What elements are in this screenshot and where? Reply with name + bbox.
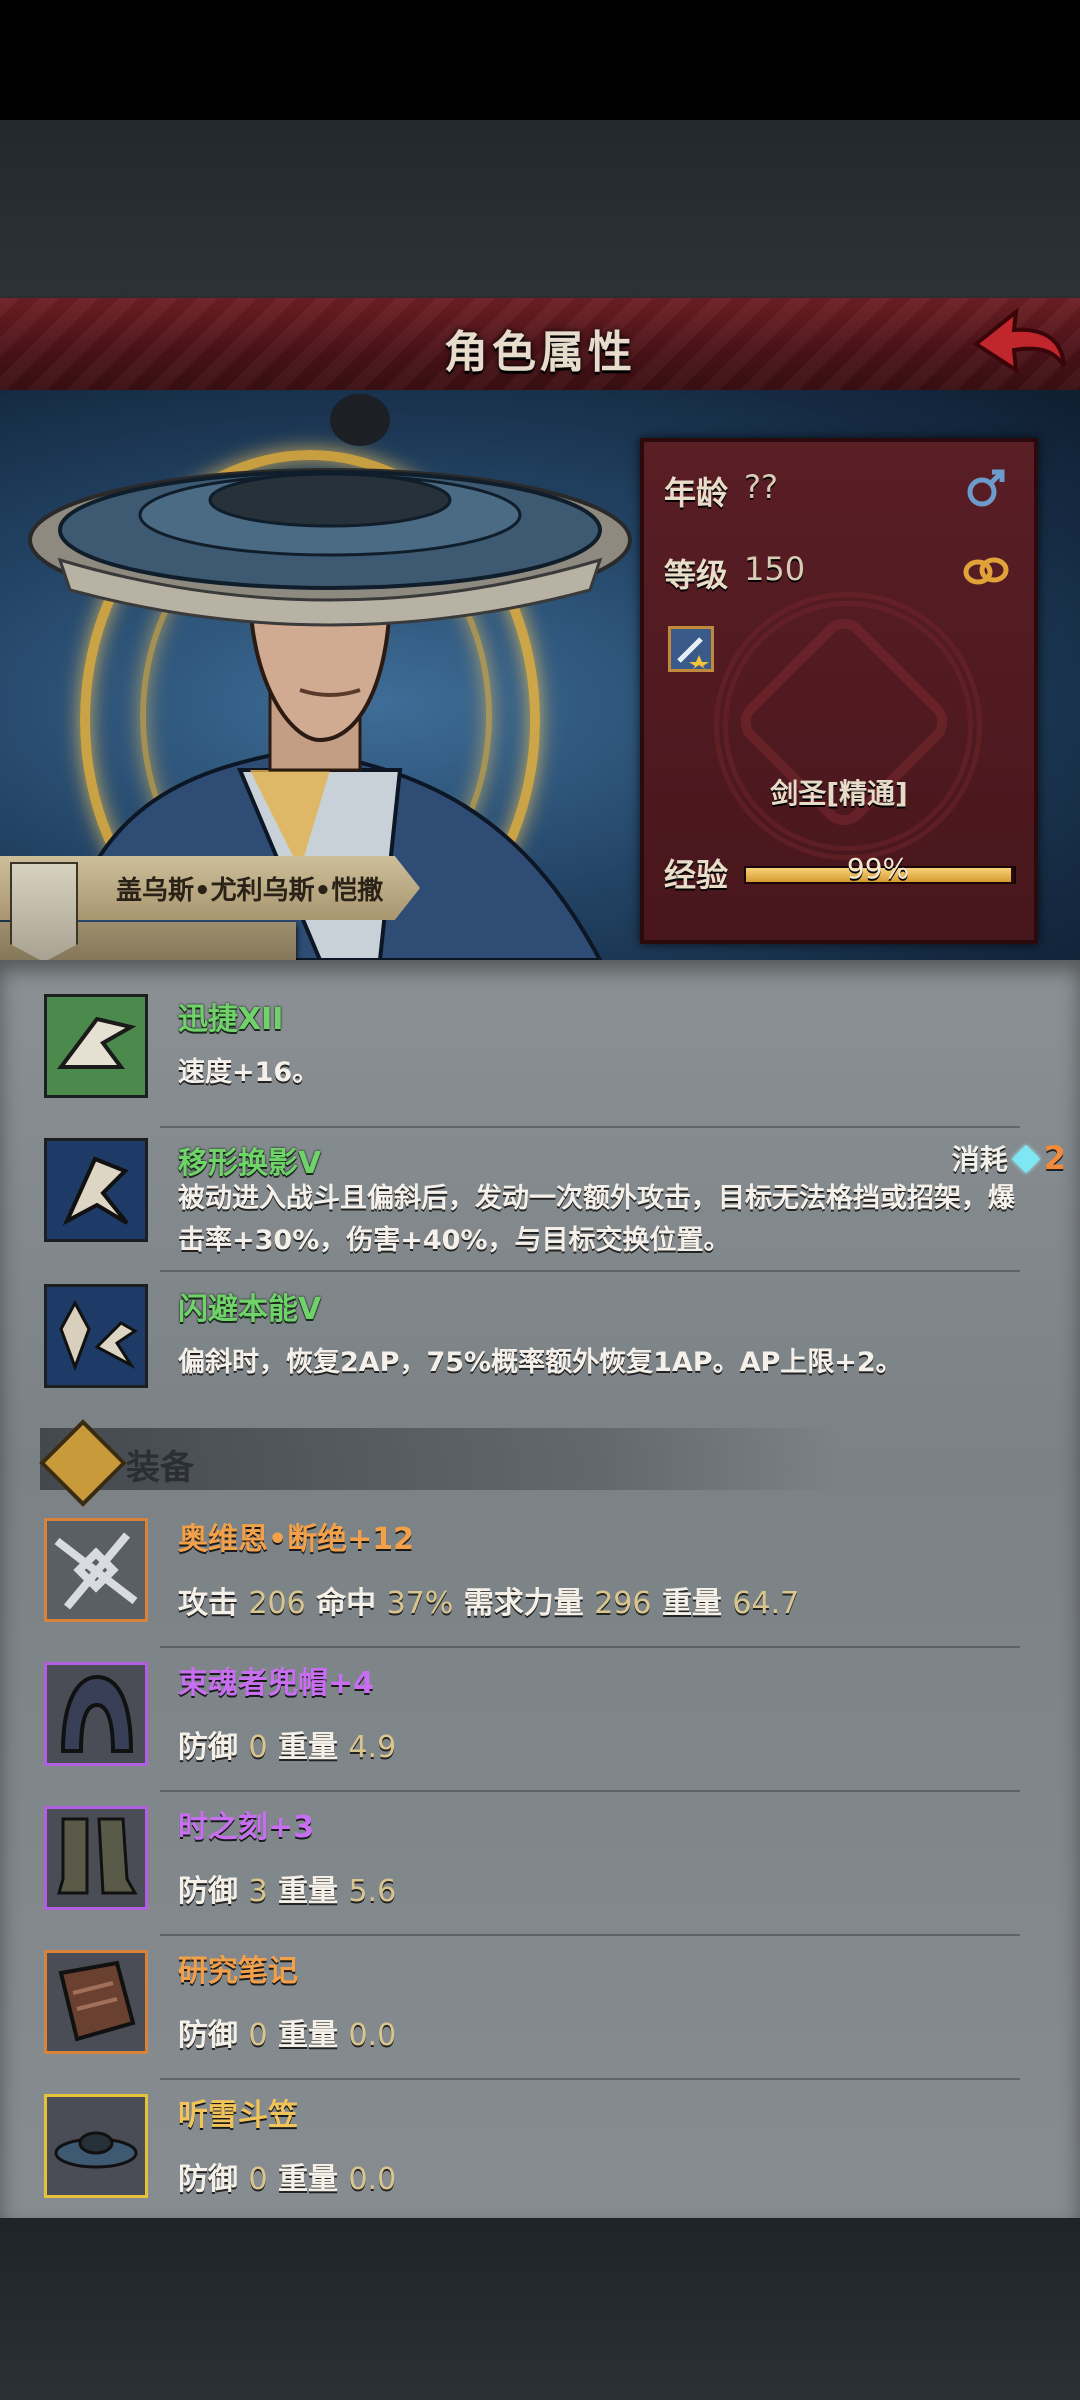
exp-percent: 99% <box>846 852 910 885</box>
item-name: 听雪斗笠 <box>178 2098 298 2133</box>
skill-name: 迅捷XII <box>178 1002 284 1037</box>
item-stats: 防御 0 重量 0.0 <box>178 2010 396 2054</box>
stat-value: 64.7 <box>732 1586 800 1621</box>
stat-value: 37% <box>386 1586 454 1621</box>
stat-value: 0 <box>248 1730 268 1765</box>
item-stats: 防御 0 重量 0.0 <box>178 2154 396 2198</box>
item-icon-hat[interactable] <box>44 2094 148 2198</box>
item-name: 束魂者兜帽+4 <box>178 1666 375 1701</box>
item-icon-book[interactable] <box>44 1950 148 2054</box>
page-title: 角色属性 <box>444 327 636 378</box>
cost-label: 消耗 <box>951 1143 1008 1176</box>
age-label: 年龄 <box>664 474 729 512</box>
exp-label: 经验 <box>664 856 729 894</box>
stat-label: 防御 <box>178 2018 238 2053</box>
skill-name: 移形换影V <box>178 1146 322 1181</box>
stat-value: 3 <box>248 1874 268 1909</box>
class-name: 剑圣[精通] <box>770 777 908 810</box>
skill-desc: 速度+16。 <box>178 1057 320 1088</box>
item-name: 奥维恩•断绝+12 <box>178 1522 415 1557</box>
stat-value: 296 <box>594 1586 652 1621</box>
item-stats: 防御 0 重量 4.9 <box>178 1722 396 1766</box>
item-icon-boots[interactable] <box>44 1806 148 1910</box>
gem-icon <box>1011 1144 1040 1174</box>
stat-label: 重量 <box>278 2018 338 2053</box>
divider <box>160 1934 1020 1936</box>
skill-icon-evasion[interactable] <box>44 1284 148 1388</box>
stat-label: 命中 <box>316 1586 377 1621</box>
male-icon <box>967 469 1005 507</box>
back-button[interactable] <box>972 304 1068 384</box>
stat-value: 5.6 <box>348 1874 397 1909</box>
skill-icon-swift[interactable] <box>44 994 148 1098</box>
item-icon-weapon[interactable] <box>44 1518 148 1622</box>
item-name: 时之刻+3 <box>178 1810 315 1845</box>
divider <box>160 1270 1020 1272</box>
header-banner: 角色属性 <box>0 298 1080 393</box>
stat-label: 防御 <box>178 1730 238 1765</box>
rings-icon <box>963 557 1009 585</box>
stat-panel: 年龄 ?? 等级 150 剑圣[精通] 经验 99% <box>640 438 1038 944</box>
top-backdrop <box>0 120 1080 300</box>
skill-desc: 偏斜时，恢复2AP，75%概率额外恢复1AP。AP上限+2。 <box>178 1347 903 1378</box>
stat-value: 4.9 <box>348 1730 397 1765</box>
level-value: 150 <box>744 550 806 588</box>
skill-name: 闪避本能V <box>178 1292 322 1327</box>
level-label: 等级 <box>664 556 729 594</box>
back-arrow-icon <box>972 307 1066 374</box>
divider <box>160 1790 1020 1792</box>
divider <box>160 1646 1020 1648</box>
stat-label: 重量 <box>278 1874 338 1909</box>
stat-label: 重量 <box>278 1730 338 1765</box>
skill-cost: 消耗 2 <box>952 1138 1066 1178</box>
equipment-title: 装备 <box>126 1448 194 1488</box>
sword-star-icon[interactable] <box>668 626 714 672</box>
stat-label: 攻击 <box>178 1586 238 1621</box>
stat-value: 0.0 <box>348 2162 397 2197</box>
bottom-backdrop <box>0 2218 1080 2400</box>
divider <box>160 1126 1020 1128</box>
item-stats: 攻击 206 命中 37% 需求力量 296 重量 64.7 <box>178 1578 799 1622</box>
stat-label: 防御 <box>178 2162 238 2197</box>
cost-value: 2 <box>1043 1139 1066 1177</box>
stat-label: 防御 <box>178 1874 238 1909</box>
stat-value: 0.0 <box>348 2018 397 2053</box>
item-name: 研究笔记 <box>178 1954 298 1989</box>
item-stats: 防御 3 重量 5.6 <box>178 1866 396 1910</box>
stat-label: 需求力量 <box>463 1586 584 1621</box>
stat-label: 重量 <box>278 2162 338 2197</box>
skill-desc: 被动进入战斗且偏斜后，发动一次额外攻击，目标无法格挡或招架，爆击率+30%，伤害… <box>178 1183 1015 1256</box>
character-name: 盖乌斯•尤利乌斯•恺撒 <box>116 876 384 906</box>
divider <box>160 2078 1020 2080</box>
item-icon-hood[interactable] <box>44 1662 148 1766</box>
stat-value: 0 <box>248 2162 268 2197</box>
stat-value: 206 <box>248 1586 306 1621</box>
banner-flag-icon <box>10 862 78 962</box>
skill-icon-shadow-shift[interactable] <box>44 1138 148 1242</box>
age-value: ?? <box>744 468 778 506</box>
stat-value: 0 <box>248 2018 268 2053</box>
stat-label: 重量 <box>661 1586 722 1621</box>
